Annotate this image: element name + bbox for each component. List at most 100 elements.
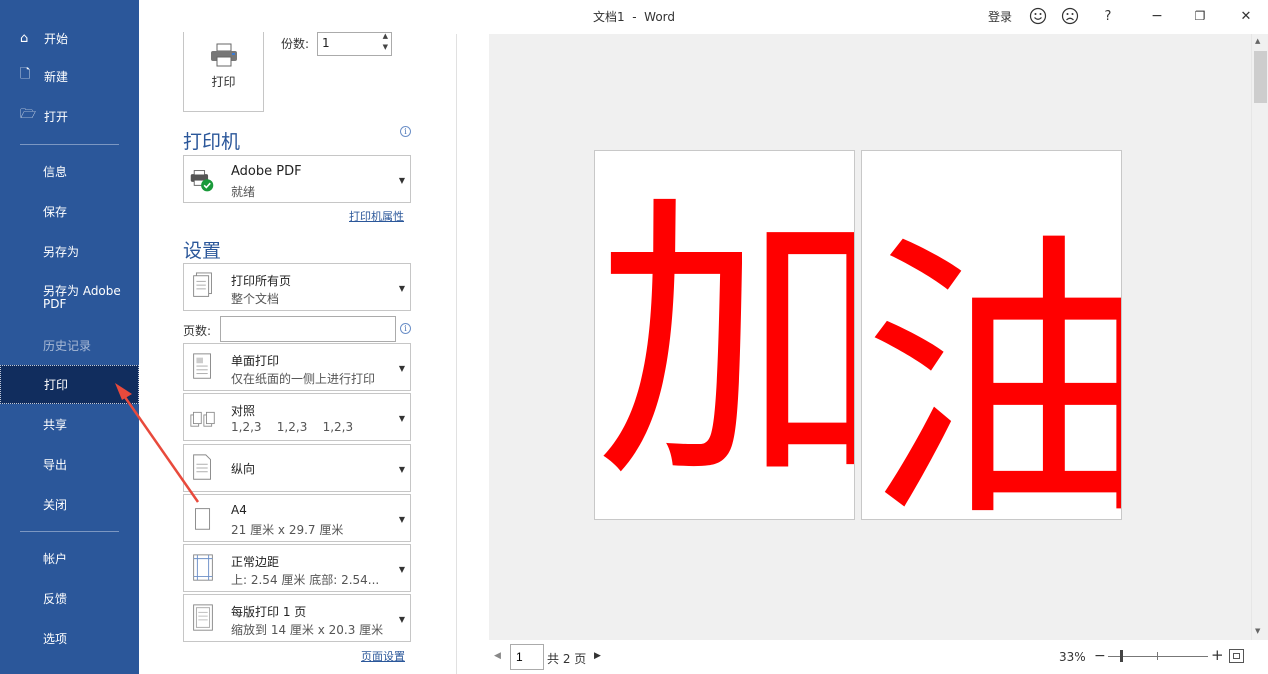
single-sided-icon — [193, 353, 211, 379]
home-icon: ⌂ — [20, 30, 29, 46]
folder-open-icon: 🗁 — [20, 107, 37, 122]
next-page-icon[interactable]: ▶ — [594, 651, 601, 661]
preview-page: 油 — [861, 150, 1122, 520]
info-icon[interactable]: i — [400, 126, 411, 137]
sidebar-item-label: 另存为 — [43, 244, 80, 259]
sidebar-item-label: 另存为 Adobe PDF — [43, 284, 121, 311]
chevron-down-icon: ▼ — [398, 176, 405, 185]
zoom-percent[interactable]: 33% — [1059, 650, 1086, 664]
scrollbar-thumb[interactable] — [1254, 51, 1267, 103]
new-doc-icon: 🗋 — [20, 67, 31, 82]
panel-divider — [456, 34, 457, 674]
sign-in-link[interactable]: 登录 — [987, 5, 1013, 27]
copies-value: 1 — [322, 36, 330, 50]
window-title-bar: 文档1 - Word 登录 ? − ❐ ✕ — [139, 0, 1268, 32]
zoom-slider-thumb[interactable] — [1119, 650, 1123, 662]
spin-up-icon[interactable]: ▲ — [383, 32, 388, 40]
total-pages-label: 共 2 页 — [547, 652, 587, 666]
printer-dropdown[interactable]: Adobe PDF 就绪 ▼ — [183, 155, 411, 203]
previous-page-icon[interactable]: ◀ — [494, 651, 501, 661]
chevron-down-icon: ▼ — [398, 414, 405, 423]
pages-per-sheet-icon — [193, 604, 213, 631]
settings-section-title: 设置 — [183, 240, 222, 262]
zoom-out-button[interactable]: − — [1094, 648, 1106, 664]
chevron-down-icon: ▼ — [398, 284, 405, 293]
word-backstage-print-window: ⌂ 开始 🗋 新建 🗁 打开 信息 保存 另存为 另存为 Adobe PDF 历… — [0, 0, 1268, 674]
printer-properties-link[interactable]: 打印机属性 — [349, 208, 404, 224]
chevron-down-icon: ▼ — [398, 565, 405, 574]
frown-icon[interactable] — [1059, 5, 1081, 27]
paper-size-main: A4 — [231, 503, 247, 517]
chevron-down-icon: ▼ — [398, 364, 405, 373]
print-range-sub: 整个文档 — [231, 292, 280, 306]
sidebar-item-save-as-adobe-pdf[interactable]: 另存为 Adobe PDF — [0, 276, 139, 320]
sidebar-item-label: 打开 — [44, 109, 69, 124]
close-button[interactable]: ✕ — [1231, 5, 1261, 27]
margins-sub: 上: 2.54 厘米 底部: 2.54... — [231, 573, 380, 587]
preview-vertical-scrollbar[interactable]: ▲ ▼ — [1251, 34, 1268, 640]
scroll-up-icon[interactable]: ▲ — [1255, 37, 1260, 45]
sidebar-item-save-as[interactable]: 另存为 — [0, 231, 139, 271]
spin-down-icon[interactable]: ▼ — [383, 43, 388, 51]
info-icon[interactable]: i — [400, 323, 411, 334]
fit-page-icon[interactable] — [1229, 649, 1244, 663]
zoom-slider[interactable] — [1108, 650, 1208, 662]
sidebar-item-label: 共享 — [43, 417, 68, 432]
sidebar-item-new[interactable]: 🗋 新建 — [0, 56, 139, 96]
orientation-main: 纵向 — [231, 462, 256, 476]
document-title: 文档1 - Word — [592, 10, 676, 24]
sidebar-item-info[interactable]: 信息 — [0, 151, 139, 191]
help-button[interactable]: ? — [1097, 5, 1119, 27]
sidebar-item-home[interactable]: ⌂ 开始 — [0, 18, 139, 58]
sidebar-item-label: 导出 — [43, 457, 68, 472]
collate-main: 对照 — [231, 404, 256, 418]
paper-size-dropdown[interactable]: A4 21 厘米 x 29.7 厘米 ▼ — [183, 494, 411, 542]
collate-dropdown[interactable]: 对照 1,2,3 1,2,3 1,2,3 ▼ — [183, 393, 411, 441]
smile-icon[interactable] — [1027, 5, 1049, 27]
copies-label: 份数: — [281, 37, 310, 51]
minimize-button[interactable]: − — [1142, 5, 1172, 27]
zoom-in-button[interactable]: + — [1211, 646, 1224, 664]
printer-section-title: 打印机 — [183, 131, 241, 153]
preview-status-bar: ◀ 共 2 页 ▶ 33% − + — [489, 640, 1268, 674]
sidebar-item-label: 关闭 — [43, 497, 68, 512]
zoom-center-tick — [1157, 652, 1158, 660]
sidebar-item-label: 选项 — [43, 631, 68, 646]
printer-status: 就绪 — [231, 185, 256, 199]
pages-per-sheet-dropdown[interactable]: 每版打印 1 页 缩放到 14 厘米 x 20.3 厘米 ▼ — [183, 594, 411, 642]
sidebar-item-label: 帐户 — [43, 551, 68, 566]
margins-dropdown[interactable]: 正常边距 上: 2.54 厘米 底部: 2.54... ▼ — [183, 544, 411, 592]
pages-per-sheet-main: 每版打印 1 页 — [231, 605, 307, 619]
backstage-sidebar: ⌂ 开始 🗋 新建 🗁 打开 信息 保存 另存为 另存为 Adobe PDF 历… — [0, 0, 139, 674]
pages-input[interactable] — [220, 316, 396, 342]
chevron-down-icon: ▼ — [398, 615, 405, 624]
print-range-dropdown[interactable]: 打印所有页 整个文档 ▼ — [183, 263, 411, 311]
sidebar-item-history: 历史记录 — [0, 325, 139, 365]
printer-ready-icon — [190, 170, 214, 192]
copies-spinner[interactable]: 1 ▲ ▼ — [317, 32, 392, 56]
sidebar-item-feedback[interactable]: 反馈 — [0, 578, 139, 618]
sides-sub: 仅在纸面的一侧上进行打印 — [231, 372, 376, 386]
sidebar-divider — [20, 531, 119, 532]
sidebar-item-label: 反馈 — [43, 591, 68, 606]
annotation-arrow-icon — [115, 383, 200, 503]
pages-label: 页数: — [183, 324, 212, 338]
preview-page: 加 — [594, 150, 855, 520]
page-number-input[interactable] — [510, 644, 544, 670]
print-button[interactable]: 打印 — [183, 32, 264, 112]
sidebar-item-save[interactable]: 保存 — [0, 191, 139, 231]
restore-button[interactable]: ❐ — [1185, 5, 1215, 27]
scroll-down-icon[interactable]: ▼ — [1255, 627, 1260, 635]
collate-sub: 1,2,3 1,2,3 1,2,3 — [231, 420, 354, 434]
page-text: 油 — [862, 199, 1121, 519]
sidebar-item-open[interactable]: 🗁 打开 — [0, 96, 139, 136]
sidebar-item-account[interactable]: 帐户 — [0, 538, 139, 578]
printer-icon — [211, 43, 237, 67]
page-setup-link[interactable]: 页面设置 — [361, 648, 405, 664]
sides-main: 单面打印 — [231, 354, 280, 368]
printer-name: Adobe PDF — [231, 164, 302, 179]
sidebar-item-options[interactable]: 选项 — [0, 618, 139, 658]
orientation-dropdown[interactable]: 纵向 ▼ — [183, 444, 411, 492]
sides-dropdown[interactable]: 单面打印 仅在纸面的一侧上进行打印 ▼ — [183, 343, 411, 391]
chevron-down-icon: ▼ — [398, 465, 405, 474]
